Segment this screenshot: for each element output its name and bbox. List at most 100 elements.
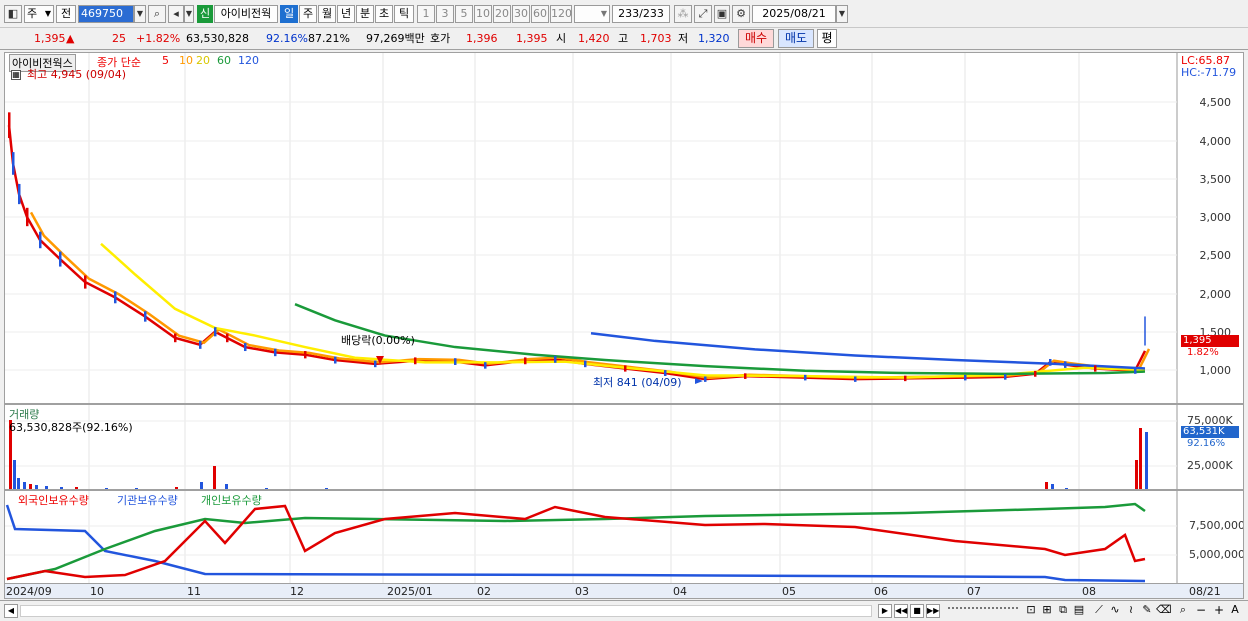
zoom-in-icon[interactable]: + bbox=[1212, 604, 1226, 618]
zoom-out-icon[interactable]: − bbox=[1194, 604, 1208, 618]
buy-button[interactable]: 매수 bbox=[738, 29, 774, 48]
date-label: 07 bbox=[967, 585, 981, 598]
interval-5[interactable]: 5 bbox=[455, 5, 473, 23]
date-field[interactable]: 2025/08/21 bbox=[752, 5, 836, 23]
candle bbox=[199, 340, 202, 349]
high-price: 1,703 bbox=[640, 32, 672, 45]
page-count-field[interactable]: 233/233 bbox=[612, 5, 670, 23]
date-label: 06 bbox=[874, 585, 888, 598]
interval-10[interactable]: 10 bbox=[474, 5, 492, 23]
date-label: 08/21 bbox=[1189, 585, 1221, 598]
table-icon[interactable]: ▤ bbox=[1072, 604, 1086, 618]
zigzag-icon[interactable]: ≀ bbox=[1124, 604, 1138, 618]
volume-bar bbox=[1145, 432, 1148, 489]
volume-bar bbox=[1139, 428, 1142, 489]
brush-icon[interactable]: ✎ bbox=[1140, 604, 1154, 618]
grid-icon[interactable]: ⁂ bbox=[674, 5, 692, 23]
stock-code-input[interactable]: 469750 bbox=[78, 5, 134, 23]
prev-button[interactable]: 전 bbox=[56, 5, 76, 23]
tab-month[interactable]: 월 bbox=[318, 5, 336, 23]
font-size-icon[interactable]: A bbox=[1228, 604, 1242, 618]
eraser-icon[interactable]: ⌫ bbox=[1156, 604, 1172, 618]
candle bbox=[484, 362, 487, 369]
zoom-slider[interactable] bbox=[948, 607, 1018, 613]
interval-30[interactable]: 30 bbox=[512, 5, 530, 23]
candle bbox=[1064, 361, 1067, 368]
trendline-icon[interactable]: ⟋ bbox=[1092, 604, 1106, 618]
current-volume-pct: 92.16% bbox=[1187, 438, 1226, 449]
volume-bar bbox=[17, 478, 20, 489]
interval-120[interactable]: 120 bbox=[550, 5, 572, 23]
calendar-icon[interactable]: ▦ bbox=[11, 70, 21, 80]
candle bbox=[59, 251, 62, 267]
tab-tick[interactable]: 틱 bbox=[394, 5, 414, 23]
tab-day[interactable]: 일 bbox=[280, 5, 298, 23]
calendar-dropdown-icon[interactable]: ▼ bbox=[836, 5, 848, 23]
candle bbox=[1049, 358, 1052, 366]
code-dropdown-icon[interactable]: ▼ bbox=[134, 5, 146, 23]
candle bbox=[1034, 370, 1037, 377]
candle bbox=[554, 355, 557, 363]
stop-icon[interactable]: ■ bbox=[910, 604, 924, 618]
zoom-search-icon[interactable]: ⌕ bbox=[1176, 604, 1190, 618]
candle bbox=[8, 112, 11, 139]
price-chart bbox=[5, 53, 1178, 403]
price-tick: 2,500 bbox=[1199, 249, 1232, 262]
interval-1[interactable]: 1 bbox=[417, 5, 435, 23]
speaker-icon[interactable]: ◂ bbox=[168, 5, 184, 23]
candle bbox=[524, 357, 527, 365]
eval-button[interactable]: 평 bbox=[817, 29, 837, 48]
interval-3[interactable]: 3 bbox=[436, 5, 454, 23]
candle bbox=[904, 375, 907, 382]
window-icon[interactable]: ◧ bbox=[4, 5, 22, 23]
date-label: 02 bbox=[477, 585, 491, 598]
date-label: 12 bbox=[290, 585, 304, 598]
candle bbox=[1004, 374, 1007, 380]
holdings-panel[interactable]: 외국인보유수량 기관보유수량 개인보유수량 7,500,000 5,000,00… bbox=[4, 490, 1244, 584]
tab-minute[interactable]: 분 bbox=[356, 5, 374, 23]
tab-week[interactable]: 주 bbox=[299, 5, 317, 23]
interval-60[interactable]: 60 bbox=[531, 5, 549, 23]
fast-forward-icon[interactable]: ▶▶ bbox=[926, 604, 940, 618]
individual-holdings-label: 개인보유수량 bbox=[201, 494, 262, 507]
ma-120-label: 120 bbox=[238, 54, 259, 67]
candle bbox=[274, 348, 277, 357]
period-select[interactable]: 주 ▼ bbox=[24, 5, 54, 23]
ma-10-line bbox=[29, 211, 1151, 380]
copy-icon[interactable]: ⧉ bbox=[1056, 604, 1070, 618]
candle bbox=[804, 374, 807, 381]
tab-second[interactable]: 초 bbox=[375, 5, 393, 23]
current-volume-box: 63,531K bbox=[1181, 426, 1239, 438]
candle bbox=[1134, 367, 1137, 374]
horizontal-scrollbar[interactable] bbox=[20, 605, 872, 617]
date-axis: 2024/09 10 11 12 2025/01 02 03 04 05 06 … bbox=[4, 583, 1244, 599]
candle bbox=[26, 207, 29, 227]
interval-custom-select[interactable]: ▼ bbox=[574, 5, 610, 23]
search-icon[interactable]: ⌕ bbox=[148, 5, 166, 23]
chart-tool-icon[interactable]: ⊡ bbox=[1024, 604, 1038, 618]
gear-icon[interactable]: ⚙ bbox=[732, 5, 750, 23]
stock-name-field: 아이비전웍 bbox=[214, 5, 278, 23]
ma-60-label: 60 bbox=[217, 54, 231, 67]
price-chart-panel[interactable]: 아이비전웍스 종가 단순 5 10 20 60 120 ▦ 최고 4,945 (… bbox=[4, 52, 1244, 404]
new-listing-badge: 신 bbox=[197, 5, 213, 23]
scroll-right-icon[interactable]: ▶ bbox=[878, 604, 892, 618]
hoga-label: 호가 bbox=[430, 32, 451, 45]
volume-bar bbox=[213, 466, 216, 489]
volume-pct: 92.16% bbox=[266, 32, 308, 45]
wave-icon[interactable]: ∿ bbox=[1108, 604, 1122, 618]
date-label: 05 bbox=[782, 585, 796, 598]
candle bbox=[414, 357, 417, 365]
scroll-left-icon[interactable]: ◀ bbox=[4, 604, 18, 618]
volume-bar bbox=[1135, 460, 1138, 489]
ma-5-label: 5 bbox=[162, 54, 169, 67]
volume-panel[interactable]: 거래량 63,530,828주(92.16%) 75,000K 25,000K … bbox=[4, 404, 1244, 490]
save-icon[interactable]: ▣ bbox=[714, 5, 730, 23]
sell-button[interactable]: 매도 bbox=[778, 29, 814, 48]
layout-icon[interactable]: ⊞ bbox=[1040, 604, 1054, 618]
rewind-icon[interactable]: ◀◀ bbox=[894, 604, 908, 618]
crosshair-icon[interactable]: ⤢ bbox=[694, 5, 712, 23]
speaker-dropdown-icon[interactable]: ▼ bbox=[184, 5, 194, 23]
tab-year[interactable]: 년 bbox=[337, 5, 355, 23]
interval-20[interactable]: 20 bbox=[493, 5, 511, 23]
